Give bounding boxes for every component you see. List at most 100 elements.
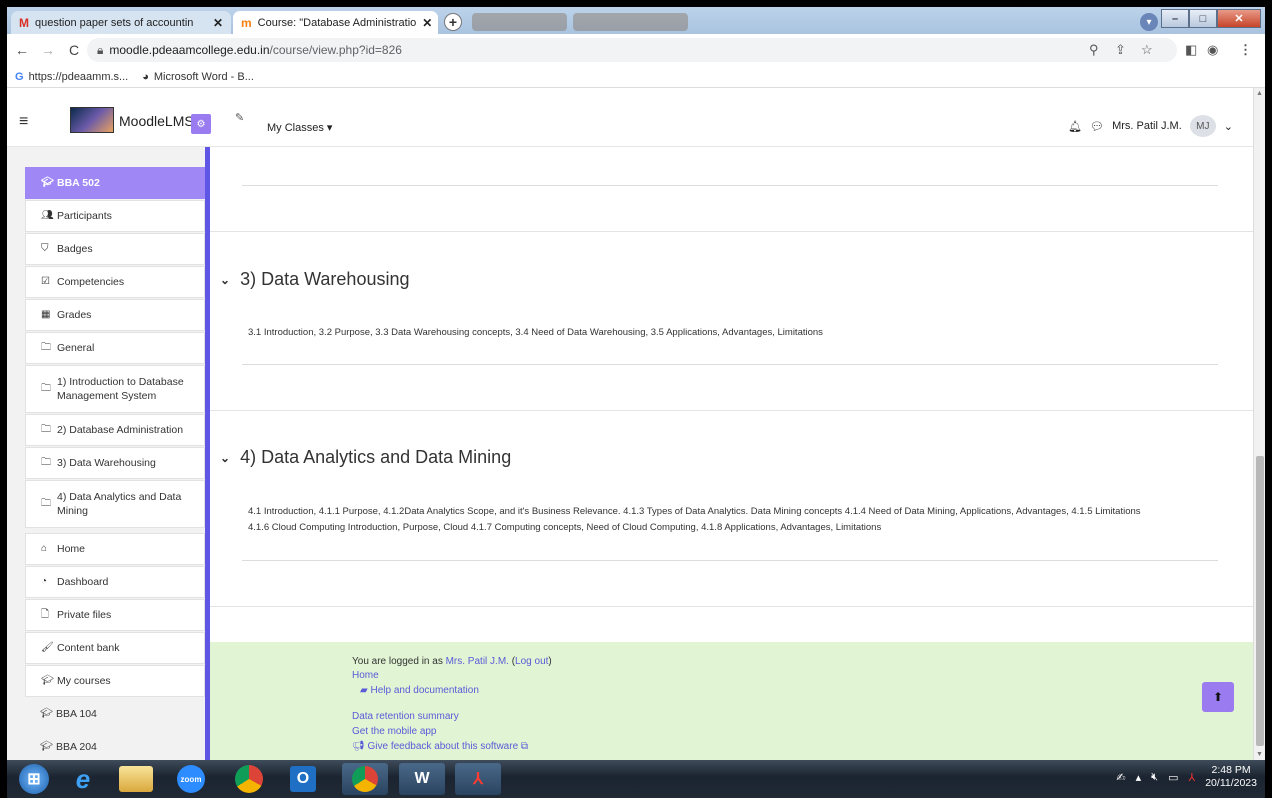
sidebar-item-my-courses[interactable]: 🎓︎ My courses — [25, 665, 205, 697]
course-index-sidebar: 🎓︎ BBA 502 👥︎ Participants ⛉ Badges ☑ Compet… — [7, 147, 210, 760]
start-button[interactable]: ⊞ — [19, 764, 49, 794]
bookmark-item[interactable]: G https://pdeaamm.s... — [15, 71, 128, 83]
divider — [242, 364, 1218, 365]
file-icon: 🗋 — [41, 609, 50, 620]
sidebar-item-section-4[interactable]: 🗀 4) Data Analytics and Data Mining — [25, 480, 205, 528]
outlook-icon[interactable]: O — [290, 766, 316, 792]
bookmark-label: https://pdeaamm.s... — [28, 70, 129, 83]
background-window-tab — [573, 13, 688, 31]
internet-explorer-icon[interactable]: e — [65, 763, 101, 795]
scroll-down-icon[interactable]: ▼ — [1256, 751, 1263, 758]
section-header-4[interactable]: ⌄ 4) Data Analytics and Data Mining — [220, 447, 511, 468]
feedback-link[interactable]: 📢︎ Give feedback about this software ⧉ — [352, 741, 528, 752]
site-name[interactable]: MoodleLMS — [119, 113, 194, 129]
zoom-icon[interactable]: zoom — [177, 765, 205, 793]
sidebar-item-home[interactable]: ⌂ Home — [25, 533, 205, 565]
bookmarks-bar: G https://pdeaamm.s... ◕ Microsoft Word … — [7, 66, 1265, 88]
sidebar-item-private-files[interactable]: 🗋 Private files — [25, 599, 205, 631]
chrome-active-icon[interactable] — [342, 763, 388, 795]
forward-icon[interactable]: → — [37, 42, 59, 58]
chevron-down-icon[interactable]: ⌄ — [220, 451, 230, 465]
file-explorer-icon[interactable] — [119, 766, 153, 792]
chrome-icon[interactable] — [235, 765, 263, 793]
pen-tablet-icon[interactable]: ✍︎ — [1116, 771, 1125, 784]
sidebar-item-dashboard[interactable]: ◔ Dashboard — [25, 566, 205, 598]
section-separator — [210, 231, 1253, 232]
users-icon: 👥︎ — [41, 210, 54, 221]
user-profile-link[interactable]: Mrs. Patil J.M. — [446, 656, 509, 667]
url-field[interactable]: 🔒︎ moodle.pdeaamcollege.edu.in/course/vi… — [87, 38, 1177, 62]
minimize-button[interactable]: – — [1161, 9, 1189, 28]
section-separator — [210, 606, 1253, 607]
logout-link[interactable]: Log out — [515, 656, 548, 667]
section-separator — [210, 410, 1253, 411]
volume-muted-icon[interactable]: 🔇︎ — [1151, 771, 1158, 784]
clock[interactable]: 2:48 PM 20/11/2023 — [1205, 764, 1257, 790]
avatar[interactable]: MJ — [1189, 115, 1216, 137]
network-icon[interactable]: ▭ — [1168, 771, 1178, 784]
bell-icon[interactable]: 🔔︎ — [1068, 120, 1082, 133]
sidebar-item-competencies[interactable]: ☑ Competencies — [25, 266, 205, 298]
tab-gmail[interactable]: M question paper sets of accountin ✕ — [11, 11, 231, 34]
maximize-button[interactable]: □ — [1189, 9, 1217, 28]
page-footer: You are logged in as Mrs. Patil J.M. (Lo… — [210, 642, 1253, 760]
hamburger-icon[interactable]: ≡ — [19, 113, 28, 131]
back-icon[interactable]: ← — [11, 42, 33, 58]
show-hidden-icons[interactable]: ▴ — [1136, 771, 1142, 784]
brush-icon: 🖌︎ — [41, 642, 54, 653]
chevron-down-icon[interactable]: ⌄ — [220, 273, 230, 287]
chevron-down-icon[interactable]: ⌄ — [1224, 120, 1233, 133]
close-tab-icon[interactable]: ✕ — [422, 16, 432, 30]
sidebar-item-badges[interactable]: ⛉ Badges — [25, 233, 205, 265]
bookmark-star-icon[interactable]: ☆ — [1141, 42, 1153, 58]
tab-search-icon[interactable]: ▾ — [1140, 13, 1158, 31]
url-domain: moodle.pdeaamcollege.edu.in — [109, 43, 270, 57]
sidebar-item-bba-502[interactable]: 🎓︎ BBA 502 — [25, 167, 205, 199]
sidebar-item-section-2[interactable]: 🗀 2) Database Administration — [25, 414, 205, 446]
word-icon[interactable]: W — [399, 763, 445, 795]
user-menu[interactable]: 🔔︎ 💬︎ Mrs. Patil J.M. MJ ⌄ — [1068, 115, 1233, 137]
menu-icon[interactable]: ⋮ — [1239, 42, 1252, 58]
bookmark-item[interactable]: ◕ Microsoft Word - B... — [142, 71, 254, 83]
tab-course[interactable]: m Course: "Database Administratio ✕ — [233, 11, 438, 34]
site-logo[interactable] — [70, 107, 114, 133]
close-tab-icon[interactable]: ✕ — [213, 16, 223, 30]
sidebar-item-content-bank[interactable]: 🖌︎ Content bank — [25, 632, 205, 664]
home-icon: ⌂ — [41, 543, 48, 554]
data-retention-link[interactable]: Data retention summary — [352, 711, 459, 722]
home-link[interactable]: Home — [352, 670, 379, 681]
acrobat-tray-icon[interactable]: ⅄ — [1188, 771, 1195, 784]
tab-bar: M question paper sets of accountin ✕ m C… — [7, 7, 1265, 34]
user-name[interactable]: Mrs. Patil J.M. — [1112, 120, 1182, 132]
scroll-up-icon[interactable]: ▲ — [1256, 90, 1263, 97]
page-scrollbar[interactable]: ▲ ▼ — [1253, 88, 1265, 760]
back-to-top-button[interactable]: ⬆ — [1202, 682, 1234, 712]
reload-icon[interactable]: C — [63, 42, 85, 58]
sidebar-item-general[interactable]: 🗀 General — [25, 332, 205, 364]
profile-icon[interactable]: ◉ — [1207, 42, 1218, 58]
edit-icon[interactable]: ✎ — [235, 111, 244, 124]
lock-icon: 🔒︎ — [97, 42, 104, 57]
settings-gear-button[interactable]: ⚙ — [191, 114, 211, 134]
sidepanel-icon[interactable]: ◧ — [1185, 42, 1197, 58]
sidebar-item-bba-204[interactable]: 🎓︎ BBA 204 — [25, 731, 205, 760]
sidebar-item-bba-104[interactable]: 🎓︎ BBA 104 — [25, 698, 205, 730]
close-window-button[interactable]: ✕ — [1217, 9, 1261, 28]
share-icon[interactable]: ⇪ — [1115, 42, 1126, 58]
shield-icon: ⛉ — [41, 243, 49, 254]
zoom-icon[interactable]: ⚲ — [1089, 42, 1099, 58]
chat-icon[interactable]: 💬︎ — [1090, 120, 1104, 133]
new-tab-button[interactable]: + — [444, 13, 462, 31]
acrobat-icon[interactable]: ⅄ — [455, 763, 501, 795]
graduation-cap-icon: 🎓︎ — [40, 741, 53, 752]
section-header-3[interactable]: ⌄ 3) Data Warehousing — [220, 269, 409, 290]
scrollbar-thumb[interactable] — [1256, 456, 1264, 746]
sidebar-item-grades[interactable]: ▦ Grades — [25, 299, 205, 331]
my-classes-menu[interactable]: My Classes ▾ — [267, 121, 332, 134]
sidebar-item-section-3[interactable]: 🗀 3) Data Warehousing — [25, 447, 205, 479]
help-link[interactable]: ▰ Help and documentation — [360, 685, 479, 696]
graduation-cap-icon: 🎓︎ — [41, 177, 54, 188]
mobile-app-link[interactable]: Get the mobile app — [352, 726, 437, 737]
sidebar-item-participants[interactable]: 👥︎ Participants — [25, 200, 205, 232]
sidebar-item-section-1[interactable]: 🗀 1) Introduction to Database Management … — [25, 365, 205, 413]
